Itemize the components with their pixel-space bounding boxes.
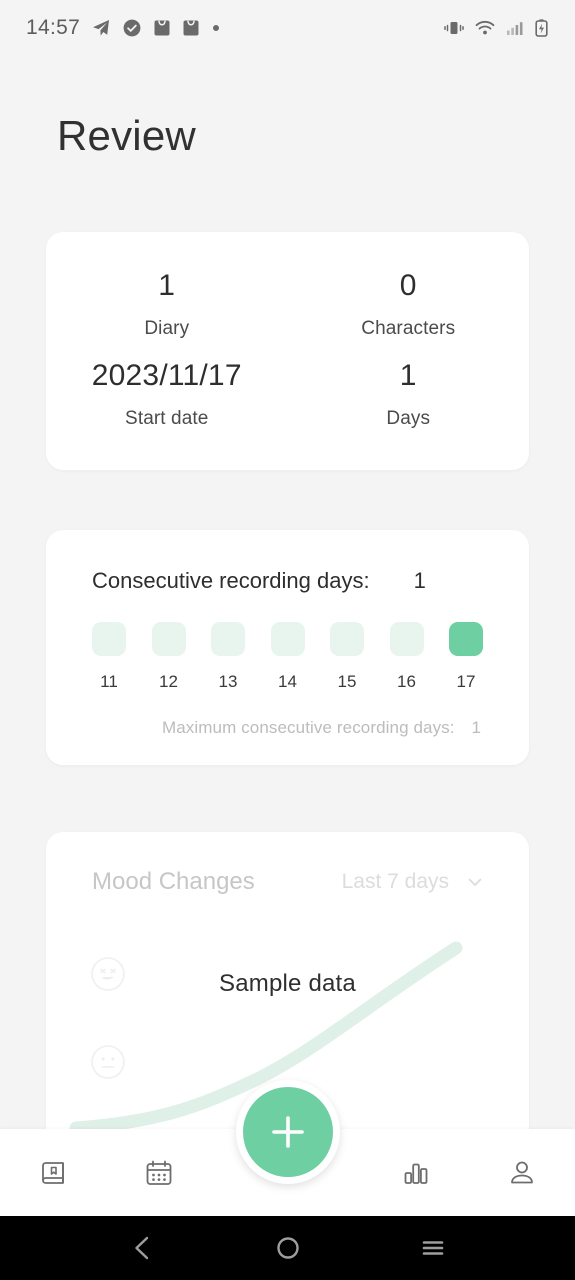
wifi-icon [475,20,495,35]
day-box [389,622,424,656]
day-box [211,622,245,656]
signal-icon [507,22,523,35]
mail-bag-icon [183,20,199,36]
stat-start-date: 2023/11/17 Start date [46,356,288,446]
stat-value: 0 [399,269,417,302]
stat-value: 2023/11/17 [91,359,242,392]
mood-range-selector[interactable]: Last 7 days [342,870,485,894]
back-icon [134,1236,148,1260]
android-recents-button[interactable] [403,1226,463,1270]
day-cell[interactable]: 12 [151,622,186,692]
check-circle-icon [123,19,141,37]
battery-charging-icon [535,19,548,37]
day-row: 11 12 13 14 15 16 17 [46,594,529,692]
day-number: 16 [397,672,416,691]
nav-item-diary[interactable] [16,1143,90,1203]
stat-label: Start date [125,407,209,429]
max-streak-row: Maximum consecutive recording days: 1 [46,692,529,738]
day-number: 11 [100,672,118,691]
dot-icon [213,25,220,31]
day-box [270,622,305,656]
stat-diary: 1 Diary [46,266,288,356]
status-bar-right [443,18,549,38]
day-cell[interactable]: 14 [270,622,305,692]
android-back-button[interactable] [113,1226,173,1270]
mood-header: Mood Changes Last 7 days [46,832,529,896]
mail-bag-icon [154,20,170,36]
book-bookmark-icon [41,1161,64,1184]
chevron-down-icon [468,878,482,887]
vibrate-icon [444,22,464,34]
neutral-face-icon [91,1045,125,1079]
stat-label: Diary [144,317,190,339]
android-home-button[interactable] [258,1226,318,1270]
android-navigation-bar [0,1216,575,1280]
day-cell[interactable]: 13 [211,622,245,692]
day-box [151,622,186,656]
day-cell[interactable]: 15 [330,622,364,692]
status-bar-clock: 14:57 [26,16,81,39]
day-number: 13 [218,672,238,691]
day-box [330,622,364,656]
calendar-icon [146,1160,172,1185]
stat-value: 1 [158,269,176,302]
add-entry-fab[interactable] [235,1080,340,1184]
day-number: 15 [337,672,357,691]
mood-title: Mood Changes [92,868,255,895]
day-box-active [449,622,483,656]
stats-grid: 1 Diary 0 Characters 2023/11/17 Start da… [46,232,529,470]
day-cell[interactable]: 16 [389,622,424,692]
telegram-send-icon [93,20,110,36]
stat-characters: 0 Characters [288,266,530,356]
streak-header: Consecutive recording days: 1 [46,530,529,594]
day-box [92,622,126,656]
max-streak-value: 1 [471,718,481,737]
nav-item-profile[interactable] [485,1143,559,1203]
sample-data-label: Sample data [219,970,356,997]
mood-range-label: Last 7 days [341,870,449,893]
consecutive-days-card: Consecutive recording days: 1 11 12 13 1… [46,530,529,765]
day-cell[interactable]: 17 [449,622,483,692]
bar-chart-icon [404,1163,428,1184]
nav-item-review[interactable] [379,1143,453,1203]
max-streak-label: Maximum consecutive recording days: [161,718,455,737]
stat-label: Days [386,407,431,429]
status-bar-left: 14:57 [26,16,221,40]
stat-value: 1 [399,359,417,392]
person-icon [511,1161,533,1183]
recents-icon [422,1241,443,1255]
day-number: 12 [159,672,178,691]
stat-label: Characters [361,317,456,339]
status-bar: 14:57 [0,0,575,56]
day-number: 17 [456,672,476,691]
stat-days: 1 Days [288,356,530,446]
page-title: Review [57,112,196,159]
stats-card: 1 Diary 0 Characters 2023/11/17 Start da… [46,232,529,470]
streak-count: 1 [413,568,426,593]
home-icon [276,1237,299,1259]
phone-screen: 14:57 Review 1 Diary 0 Characters 2023/1… [0,0,575,1280]
nav-item-calendar[interactable] [122,1143,196,1203]
day-cell[interactable]: 11 [92,622,126,692]
day-number: 14 [278,672,297,691]
streak-title: Consecutive recording days: [92,568,370,593]
plus-icon [271,1116,304,1148]
